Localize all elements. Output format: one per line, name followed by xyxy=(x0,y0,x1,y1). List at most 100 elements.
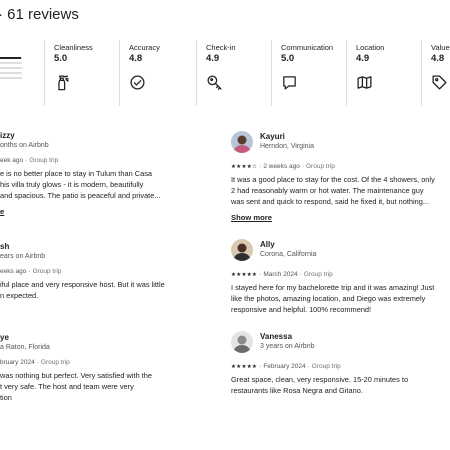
reviewer-subtitle: 3 years on Airbnb xyxy=(260,343,315,350)
review-line: tion xyxy=(0,393,12,402)
review-card: izzy onths on Airbnb eek ago · Group trip … xyxy=(0,130,215,219)
star-rating: ★★★★★ xyxy=(231,272,258,278)
reviewer-subtitle: Herndon, Virginia xyxy=(260,143,314,150)
trip-type: Group trip xyxy=(311,363,341,370)
category-accuracy: Accuracy 4.8 xyxy=(119,40,194,106)
category-value: 5.0 xyxy=(281,53,295,64)
review-line: n expected. xyxy=(0,291,39,300)
reviewer-subtitle: a Raton, Florida xyxy=(0,344,50,351)
review-text: I stayed here for my bachelorette trip a… xyxy=(231,282,446,315)
trip-type: Group trip xyxy=(29,157,59,164)
category-location: Location 4.9 xyxy=(346,40,420,106)
review-line: t very safe. The host and team were very xyxy=(0,382,134,391)
category-label: Accuracy xyxy=(129,43,160,52)
review-line: 2 had reasonably warm or hot water. The … xyxy=(231,186,424,195)
category-value: 4.9 xyxy=(356,53,370,64)
category-label: Location xyxy=(356,43,385,52)
review-date: March 2024 xyxy=(263,271,298,278)
reviewer-subtitle: Corona, California xyxy=(260,251,317,258)
review-line: and spacious. The patio is peaceful and … xyxy=(0,191,161,200)
avatar[interactable] xyxy=(231,131,253,153)
reviewer-subtitle: onths on Airbnb xyxy=(0,142,49,149)
category-value: 4.8 xyxy=(431,53,445,64)
review-card: Ally Corona, California ★★★★★ · March 2024… xyxy=(231,239,446,315)
category-value: 5.0 xyxy=(54,53,68,64)
review-line: restaurants like Rosa Negra and Gitano. xyxy=(231,386,363,395)
category-value: Value 4.8 xyxy=(421,40,450,106)
star-rating: ★★★★★ xyxy=(231,364,258,370)
reviews-count: · 61 reviews xyxy=(0,6,79,23)
review-card: Kayuri Herndon, Virginia ★★★★☆ · 2 weeks a… xyxy=(231,131,446,225)
rating-bar-1 xyxy=(0,77,22,79)
category-value: 4.8 xyxy=(129,53,143,64)
review-card: Vanessa 3 years on Airbnb ★★★★★ · February… xyxy=(231,331,446,396)
trip-type: Group trip xyxy=(303,271,333,278)
review-line: e is no better place to stay in Tulum th… xyxy=(0,169,153,178)
show-more-link[interactable]: Show more xyxy=(231,213,272,222)
reviewer-name: izzy xyxy=(0,131,15,140)
review-line: like the photos, amazing location, and D… xyxy=(231,294,426,303)
map-icon xyxy=(357,76,372,89)
review-line: responsive and helpful. 100% recommend! xyxy=(231,305,372,314)
star-rating: ★★★★☆ xyxy=(231,164,258,170)
rating-bar-4 xyxy=(0,62,22,64)
review-meta: ★★★★☆ · 2 weeks ago · Group trip xyxy=(231,163,335,170)
review-text: e is no better place to stay in Tulum th… xyxy=(0,168,215,201)
overall-rating: g xyxy=(0,40,34,106)
chat-bubble-icon xyxy=(283,76,296,90)
reviewer-name: Ally xyxy=(260,240,275,249)
category-check-in: Check-in 4.9 xyxy=(196,40,270,106)
reviewer-subtitle: ears on Airbnb xyxy=(0,253,46,260)
key-icon xyxy=(207,75,222,90)
trip-type: Group trip xyxy=(306,163,335,170)
review-text: iful place and very responsive host. But… xyxy=(0,279,215,301)
avatar[interactable] xyxy=(231,331,253,353)
review-meta: ★★★★★ · March 2024 · Group trip xyxy=(231,271,333,278)
rating-bar-fill xyxy=(0,57,22,59)
review-meta: bruary 2024 · Group trip xyxy=(0,359,70,366)
show-more-link[interactable]: e xyxy=(0,207,4,216)
review-line: I stayed here for my bachelorette trip a… xyxy=(231,283,435,292)
trip-type: Group trip xyxy=(40,359,70,366)
review-date: bruary 2024 xyxy=(0,359,35,366)
review-date: 2 weeks ago xyxy=(263,163,300,170)
avatar[interactable] xyxy=(231,239,253,261)
review-line: his villa truly glows - it is modern, be… xyxy=(0,180,144,189)
review-card: ye a Raton, Florida bruary 2024 · Group tr… xyxy=(0,332,215,403)
review-date: eeks ago xyxy=(0,268,27,275)
review-meta: ★★★★★ · February 2024 · Group trip xyxy=(231,363,341,370)
rating-bar-3 xyxy=(0,67,22,69)
review-text: Great space, clean, very responsive. 15-… xyxy=(231,374,446,396)
rating-bar-5 xyxy=(0,57,22,59)
review-line: was nothing but perfect. Very satisfied … xyxy=(0,371,153,380)
rating-categories: g Cleanliness 5.0 Accuracy 4.8 Check-in … xyxy=(0,40,450,106)
review-date: February 2024 xyxy=(263,363,306,370)
category-label: Cleanliness xyxy=(54,43,93,52)
trip-type: Group trip xyxy=(32,268,62,275)
category-label: Check-in xyxy=(206,43,236,52)
review-line: Great space, clean, very responsive. 15-… xyxy=(231,375,409,384)
review-text: was nothing but perfect. Very satisfied … xyxy=(0,370,215,403)
rating-bar-2 xyxy=(0,72,22,74)
category-communication: Communication 5.0 xyxy=(271,40,346,106)
reviewer-name: ye xyxy=(0,333,9,342)
reviewer-name: Vanessa xyxy=(260,332,293,341)
category-label: Value xyxy=(431,43,450,52)
reviews-count-header: · 61 reviews xyxy=(0,6,79,23)
category-value: 4.9 xyxy=(206,53,220,64)
tag-icon xyxy=(432,75,447,90)
review-date: eek ago xyxy=(0,157,24,164)
review-line: was sent and quick to respond, said he f… xyxy=(231,197,430,206)
category-cleanliness: Cleanliness 5.0 xyxy=(44,40,118,106)
review-card: sh ears on Airbnb eeks ago · Group trip if… xyxy=(0,241,215,301)
review-meta: eek ago · Group trip xyxy=(0,157,59,164)
review-line: It was a good place to stay for the cost… xyxy=(231,175,435,184)
category-label: Communication xyxy=(281,43,334,52)
check-circle-icon xyxy=(130,75,145,90)
review-text: It was a good place to stay for the cost… xyxy=(231,174,446,207)
reviewer-name: Kayuri xyxy=(260,132,285,141)
reviewer-name: sh xyxy=(0,242,10,251)
spray-bottle-icon xyxy=(58,75,69,91)
review-line: iful place and very responsive host. But… xyxy=(0,280,165,289)
review-meta: eeks ago · Group trip xyxy=(0,268,62,275)
